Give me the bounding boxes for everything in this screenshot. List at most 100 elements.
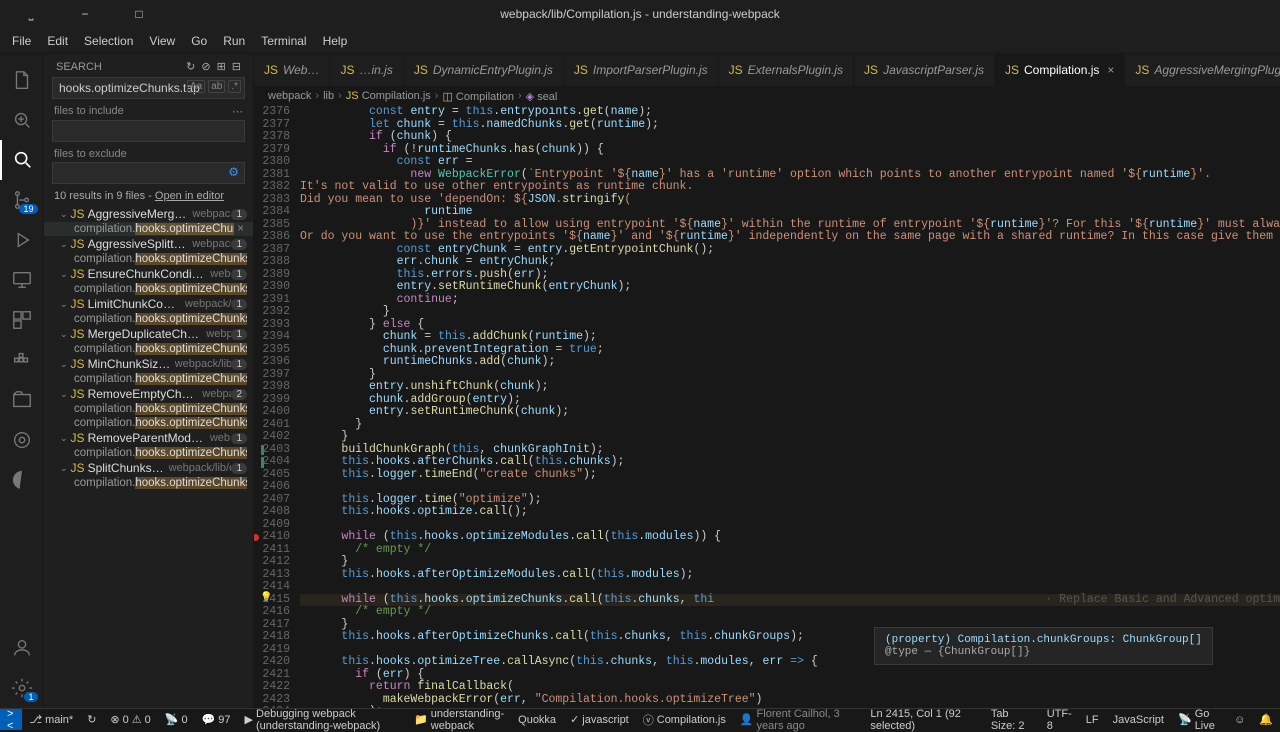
editor-tab[interactable]: JSWeb… <box>254 54 330 86</box>
use-exclude-settings-icon[interactable]: ⚙ <box>228 165 239 179</box>
breadcrumb[interactable]: webpack›lib›JS Compilation.js›◫ Compilat… <box>254 86 1280 106</box>
breadcrumb-item[interactable]: webpack <box>268 90 311 102</box>
exclude-label: files to exclude <box>54 148 127 160</box>
file-status[interactable]: ⓥ Compilation.js <box>636 709 733 730</box>
editor-tab[interactable]: JSJavascriptParser.js <box>854 54 995 86</box>
quokka[interactable]: Quokka <box>511 709 563 730</box>
menu-help[interactable]: Help <box>315 32 356 50</box>
settings-icon[interactable]: 1 <box>0 668 44 708</box>
lang-check[interactable]: ✓ javascript <box>563 709 636 730</box>
remote-explorer-icon[interactable] <box>0 260 44 300</box>
new-search-icon[interactable]: ⊞ <box>217 60 226 73</box>
search-icon[interactable] <box>0 140 44 180</box>
search-result-match[interactable]: compilation.hooks.optimizeChunks.tap( <box>44 252 253 266</box>
project-icon[interactable] <box>0 380 44 420</box>
whole-word-toggle[interactable]: ab <box>208 80 225 93</box>
search-result-file[interactable]: ⌄JSAggressiveMergingPlugin.jswebpack/…1 <box>44 206 253 222</box>
target-icon[interactable] <box>0 420 44 460</box>
include-input[interactable] <box>52 120 245 142</box>
run-debug-icon[interactable] <box>0 220 44 260</box>
search-result-file[interactable]: ⌄JSLimitChunkCountPlugin.jswebpack/lib…1 <box>44 296 253 312</box>
editor-tab[interactable]: JSImportParserPlugin.js <box>564 54 719 86</box>
search-sidebar: SEARCH ↻ ⊘ ⊞ ⊟ Aa ab .* files to include… <box>44 54 254 708</box>
open-in-editor-link[interactable]: Open in editor <box>155 190 224 202</box>
go-live[interactable]: 📡 Go Live <box>1171 709 1227 730</box>
extensions-icon[interactable] <box>0 300 44 340</box>
search-result-match[interactable]: compilation.hooks.optimizeChunks.tap( <box>44 342 253 356</box>
feedback-icon[interactable]: ☺ <box>1227 709 1252 730</box>
notifications-icon[interactable]: 🔔 <box>1252 709 1280 730</box>
tab-size[interactable]: Tab Size: 2 <box>984 709 1040 730</box>
explorer-icon[interactable] <box>0 60 44 100</box>
case-sensitive-toggle[interactable]: Aa <box>187 80 205 93</box>
window-maximize-button[interactable]: □ <box>116 0 162 28</box>
menu-go[interactable]: Go <box>183 32 215 50</box>
code-editor[interactable]: const entry = this.entrypoints.get(name)… <box>300 106 1280 708</box>
window-whitespace-icon[interactable]: ⎵ <box>8 0 54 28</box>
editor-tab[interactable]: JS…in.js <box>330 54 403 86</box>
git-sync[interactable]: ↻ <box>80 709 103 730</box>
cursor-position[interactable]: Ln 2415, Col 1 (92 selected) <box>863 709 983 730</box>
breadcrumb-item[interactable]: ◫ Compilation <box>442 90 514 103</box>
workspace[interactable]: 📁 understanding-webpack <box>407 709 511 730</box>
github-icon[interactable] <box>0 460 44 500</box>
regex-toggle[interactable]: .* <box>228 80 241 93</box>
menubar: FileEditSelectionViewGoRunTerminalHelp <box>0 28 1280 54</box>
window-minimize-button[interactable]: − <box>62 0 108 28</box>
menu-edit[interactable]: Edit <box>39 32 76 50</box>
statusbar: >< ⎇ main* ↻ ⊗ 0 ⚠ 0 📡 0 💬 97 ▶ Debuggin… <box>0 708 1280 730</box>
remote-indicator[interactable]: >< <box>0 709 22 730</box>
search-result-file[interactable]: ⌄JSMinChunkSizePlugin.jswebpack/lib/op…1 <box>44 356 253 372</box>
search-result-match[interactable]: compilation.hooks.optimizeChunks.tap(× <box>44 222 253 236</box>
breadcrumb-item[interactable]: JS Compilation.js <box>346 90 431 102</box>
hover-doc: @type — {ChunkGroup[]} <box>885 646 1202 658</box>
eol[interactable]: LF <box>1079 709 1106 730</box>
editor-tab[interactable]: JSExternalsPlugin.js <box>719 54 854 86</box>
search-result-match[interactable]: compilation.hooks.optimizeChunks.tap( <box>44 446 253 460</box>
search-result-match[interactable]: compilation.hooks.optimizeChunks.tap( <box>44 402 253 416</box>
search-result-match[interactable]: compilation.hooks.optimizeChunks.tap( <box>44 312 253 326</box>
search-result-match[interactable]: compilation.hooks.optimizeChunks.tap( <box>44 476 253 490</box>
language-mode[interactable]: JavaScript <box>1106 709 1171 730</box>
git-blame[interactable]: 👤 Florent Cailhol, 3 years ago <box>733 709 864 730</box>
problems[interactable]: ⊗ 0 ⚠ 0 <box>103 709 157 730</box>
source-control-icon[interactable]: 19 <box>0 180 44 220</box>
menu-file[interactable]: File <box>4 32 39 50</box>
search-result-file[interactable]: ⌄JSRemoveEmptyChunksPlugin.jswebpa…2 <box>44 386 253 402</box>
search-results-tree[interactable]: ⌄JSAggressiveMergingPlugin.jswebpack/…1c… <box>44 206 253 708</box>
window-title: webpack/lib/Compilation.js - understandi… <box>500 7 779 21</box>
debug-status[interactable]: ▶ Debugging webpack (understanding-webpa… <box>238 709 408 730</box>
menu-terminal[interactable]: Terminal <box>253 32 314 50</box>
docker-icon[interactable] <box>0 340 44 380</box>
collapse-icon[interactable]: ⊟ <box>232 60 241 73</box>
clear-icon[interactable]: ⊘ <box>201 60 210 73</box>
search-magic-icon[interactable] <box>0 100 44 140</box>
exclude-input[interactable] <box>52 162 245 184</box>
encoding[interactable]: UTF-8 <box>1040 709 1079 730</box>
breadcrumb-item[interactable]: lib <box>323 90 334 102</box>
search-result-match[interactable]: compilation.hooks.optimizeChunks.tap( <box>44 372 253 386</box>
account-icon[interactable] <box>0 628 44 668</box>
search-result-file[interactable]: ⌄JSSplitChunksPlugin.jswebpack/lib/opti…… <box>44 460 253 476</box>
hover-tooltip: (property) Compilation.chunkGroups: Chun… <box>874 627 1213 665</box>
comment-count[interactable]: 💬 97 <box>195 709 238 730</box>
search-result-file[interactable]: ⌄JSEnsureChunkConditionsPlugin.jsweb…1 <box>44 266 253 282</box>
breadcrumb-item[interactable]: ◈ seal <box>526 90 558 103</box>
hover-signature: (property) Compilation.chunkGroups: Chun… <box>885 634 1202 646</box>
menu-selection[interactable]: Selection <box>76 32 141 50</box>
editor-tab[interactable]: JSCompilation.js× <box>995 54 1125 86</box>
search-result-file[interactable]: ⌄JSAggressiveSplittingPlugin.jswebpack/…… <box>44 236 253 252</box>
gutter[interactable]: 2376237723782379238023812382238323842385… <box>254 106 300 708</box>
git-branch[interactable]: ⎇ main* <box>22 709 80 730</box>
menu-view[interactable]: View <box>141 32 183 50</box>
menu-run[interactable]: Run <box>215 32 253 50</box>
editor-tab[interactable]: JSAggressiveMergingPlugin.js <box>1125 54 1280 86</box>
refresh-icon[interactable]: ↻ <box>186 60 195 73</box>
more-icon[interactable]: ⋯ <box>232 105 243 118</box>
search-result-match[interactable]: compilation.hooks.optimizeChunks.tap( <box>44 416 253 430</box>
editor-tab[interactable]: JSDynamicEntryPlugin.js <box>404 54 564 86</box>
search-result-match[interactable]: compilation.hooks.optimizeChunks.tap( <box>44 282 253 296</box>
search-result-file[interactable]: ⌄JSRemoveParentModulesPlugin.jsweb…1 <box>44 430 253 446</box>
ports[interactable]: 📡 0 <box>158 709 195 730</box>
search-result-file[interactable]: ⌄JSMergeDuplicateChunksPlugin.jswebp…1 <box>44 326 253 342</box>
